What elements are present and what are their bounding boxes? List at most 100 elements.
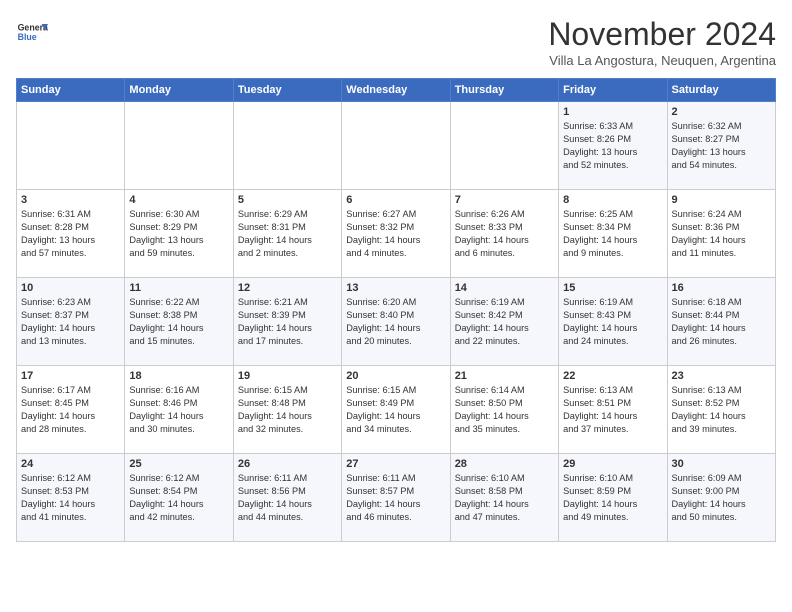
day-info: Sunrise: 6:19 AM Sunset: 8:43 PM Dayligh…	[563, 296, 662, 348]
day-info: Sunrise: 6:17 AM Sunset: 8:45 PM Dayligh…	[21, 384, 120, 436]
calendar-cell: 22Sunrise: 6:13 AM Sunset: 8:51 PM Dayli…	[559, 366, 667, 454]
day-info: Sunrise: 6:18 AM Sunset: 8:44 PM Dayligh…	[672, 296, 771, 348]
logo: General Blue	[16, 16, 48, 48]
day-number: 28	[455, 458, 554, 470]
day-number: 30	[672, 458, 771, 470]
calendar-cell: 4 Sunrise: 6:30 AM Sunset: 8:29 PM Daylig…	[125, 190, 233, 278]
calendar-cell: 25 Sunrise: 6:12 AM Sunset: 8:54 PM Dayli…	[125, 454, 233, 542]
calendar-cell: 6 Sunrise: 6:27 AM Sunset: 8:32 PM Daylig…	[342, 190, 450, 278]
calendar-week-row: 1Sunrise: 6:33 AM Sunset: 8:26 PM Daylig…	[17, 102, 776, 190]
day-number: 4	[129, 194, 228, 206]
day-info: Sunrise: 6:26 AM Sunset: 8:33 PM Dayligh…	[455, 208, 554, 260]
day-info: Sunrise: 6:19 AM Sunset: 8:42 PM Dayligh…	[455, 296, 554, 348]
calendar-cell: 26Sunrise: 6:11 AM Sunset: 8:56 PM Dayli…	[233, 454, 341, 542]
day-info: Sunrise: 6:22 AM Sunset: 8:38 PM Dayligh…	[129, 296, 228, 348]
calendar-cell: 8 Sunrise: 6:25 AM Sunset: 8:34 PM Daylig…	[559, 190, 667, 278]
calendar-cell: 30 Sunrise: 6:09 AM Sunset: 9:00 PM Dayli…	[667, 454, 775, 542]
calendar-cell: 7 Sunrise: 6:26 AM Sunset: 8:33 PM Daylig…	[450, 190, 558, 278]
day-number: 2	[672, 106, 771, 118]
day-number: 6	[346, 194, 445, 206]
day-number: 7	[455, 194, 554, 206]
day-info: Sunrise: 6:27 AM Sunset: 8:32 PM Dayligh…	[346, 208, 445, 260]
day-info: Sunrise: 6:10 AM Sunset: 8:59 PM Dayligh…	[563, 472, 662, 524]
day-number: 19	[238, 370, 337, 382]
day-info: Sunrise: 6:30 AM Sunset: 8:29 PM Dayligh…	[129, 208, 228, 260]
day-number: 27	[346, 458, 445, 470]
day-number: 29	[563, 458, 662, 470]
calendar-cell: 18Sunrise: 6:16 AM Sunset: 8:46 PM Dayli…	[125, 366, 233, 454]
calendar-table: SundayMondayTuesdayWednesdayThursdayFrid…	[16, 78, 776, 542]
day-info: Sunrise: 6:15 AM Sunset: 8:48 PM Dayligh…	[238, 384, 337, 436]
calendar-cell: 27Sunrise: 6:11 AM Sunset: 8:57 PM Dayli…	[342, 454, 450, 542]
calendar-week-row: 24 Sunrise: 6:12 AM Sunset: 8:53 PM Dayli…	[17, 454, 776, 542]
calendar-cell	[450, 102, 558, 190]
day-number: 1	[563, 106, 662, 118]
calendar-week-row: 10 Sunrise: 6:23 AM Sunset: 8:37 PM Dayli…	[17, 278, 776, 366]
day-info: Sunrise: 6:25 AM Sunset: 8:34 PM Dayligh…	[563, 208, 662, 260]
day-number: 25	[129, 458, 228, 470]
day-info: Sunrise: 6:23 AM Sunset: 8:37 PM Dayligh…	[21, 296, 120, 348]
col-header-sunday: Sunday	[17, 79, 125, 102]
day-info: Sunrise: 6:10 AM Sunset: 8:58 PM Dayligh…	[455, 472, 554, 524]
day-info: Sunrise: 6:12 AM Sunset: 8:54 PM Dayligh…	[129, 472, 228, 524]
calendar-header-row: SundayMondayTuesdayWednesdayThursdayFrid…	[17, 79, 776, 102]
day-info: Sunrise: 6:12 AM Sunset: 8:53 PM Dayligh…	[21, 472, 120, 524]
calendar-week-row: 17 Sunrise: 6:17 AM Sunset: 8:45 PM Dayli…	[17, 366, 776, 454]
title-block: November 2024 Villa La Angostura, Neuque…	[548, 16, 776, 68]
location-subtitle: Villa La Angostura, Neuquen, Argentina	[548, 53, 776, 68]
calendar-cell: 11 Sunrise: 6:22 AM Sunset: 8:38 PM Dayli…	[125, 278, 233, 366]
logo-icon: General Blue	[16, 16, 48, 48]
day-number: 12	[238, 282, 337, 294]
col-header-thursday: Thursday	[450, 79, 558, 102]
day-number: 13	[346, 282, 445, 294]
calendar-cell: 20Sunrise: 6:15 AM Sunset: 8:49 PM Dayli…	[342, 366, 450, 454]
day-number: 8	[563, 194, 662, 206]
calendar-cell: 23 Sunrise: 6:13 AM Sunset: 8:52 PM Dayli…	[667, 366, 775, 454]
day-info: Sunrise: 6:11 AM Sunset: 8:56 PM Dayligh…	[238, 472, 337, 524]
day-number: 24	[21, 458, 120, 470]
calendar-cell	[125, 102, 233, 190]
calendar-cell: 1Sunrise: 6:33 AM Sunset: 8:26 PM Daylig…	[559, 102, 667, 190]
day-info: Sunrise: 6:14 AM Sunset: 8:50 PM Dayligh…	[455, 384, 554, 436]
calendar-cell: 2 Sunrise: 6:32 AM Sunset: 8:27 PM Daylig…	[667, 102, 775, 190]
day-number: 21	[455, 370, 554, 382]
page-header: General Blue November 2024 Villa La Ango…	[16, 16, 776, 68]
calendar-cell: 10 Sunrise: 6:23 AM Sunset: 8:37 PM Dayli…	[17, 278, 125, 366]
day-number: 5	[238, 194, 337, 206]
day-number: 23	[672, 370, 771, 382]
calendar-cell: 21 Sunrise: 6:14 AM Sunset: 8:50 PM Dayli…	[450, 366, 558, 454]
calendar-cell: 15Sunrise: 6:19 AM Sunset: 8:43 PM Dayli…	[559, 278, 667, 366]
day-info: Sunrise: 6:32 AM Sunset: 8:27 PM Dayligh…	[672, 120, 771, 172]
calendar-cell: 14 Sunrise: 6:19 AM Sunset: 8:42 PM Dayli…	[450, 278, 558, 366]
day-number: 11	[129, 282, 228, 294]
calendar-cell: 12 Sunrise: 6:21 AM Sunset: 8:39 PM Dayli…	[233, 278, 341, 366]
calendar-cell	[17, 102, 125, 190]
day-info: Sunrise: 6:31 AM Sunset: 8:28 PM Dayligh…	[21, 208, 120, 260]
calendar-week-row: 3Sunrise: 6:31 AM Sunset: 8:28 PM Daylig…	[17, 190, 776, 278]
day-info: Sunrise: 6:16 AM Sunset: 8:46 PM Dayligh…	[129, 384, 228, 436]
day-number: 10	[21, 282, 120, 294]
calendar-cell	[342, 102, 450, 190]
day-info: Sunrise: 6:09 AM Sunset: 9:00 PM Dayligh…	[672, 472, 771, 524]
col-header-monday: Monday	[125, 79, 233, 102]
col-header-tuesday: Tuesday	[233, 79, 341, 102]
day-number: 20	[346, 370, 445, 382]
calendar-cell: 5Sunrise: 6:29 AM Sunset: 8:31 PM Daylig…	[233, 190, 341, 278]
col-header-wednesday: Wednesday	[342, 79, 450, 102]
calendar-cell: 13Sunrise: 6:20 AM Sunset: 8:40 PM Dayli…	[342, 278, 450, 366]
col-header-friday: Friday	[559, 79, 667, 102]
day-number: 9	[672, 194, 771, 206]
svg-text:Blue: Blue	[18, 32, 37, 42]
calendar-cell: 9Sunrise: 6:24 AM Sunset: 8:36 PM Daylig…	[667, 190, 775, 278]
day-number: 17	[21, 370, 120, 382]
day-info: Sunrise: 6:13 AM Sunset: 8:52 PM Dayligh…	[672, 384, 771, 436]
day-number: 14	[455, 282, 554, 294]
month-title: November 2024	[548, 16, 776, 53]
calendar-cell: 19 Sunrise: 6:15 AM Sunset: 8:48 PM Dayli…	[233, 366, 341, 454]
day-info: Sunrise: 6:13 AM Sunset: 8:51 PM Dayligh…	[563, 384, 662, 436]
calendar-cell: 17 Sunrise: 6:17 AM Sunset: 8:45 PM Dayli…	[17, 366, 125, 454]
calendar-cell: 29 Sunrise: 6:10 AM Sunset: 8:59 PM Dayli…	[559, 454, 667, 542]
day-info: Sunrise: 6:21 AM Sunset: 8:39 PM Dayligh…	[238, 296, 337, 348]
calendar-cell: 16Sunrise: 6:18 AM Sunset: 8:44 PM Dayli…	[667, 278, 775, 366]
calendar-cell	[233, 102, 341, 190]
